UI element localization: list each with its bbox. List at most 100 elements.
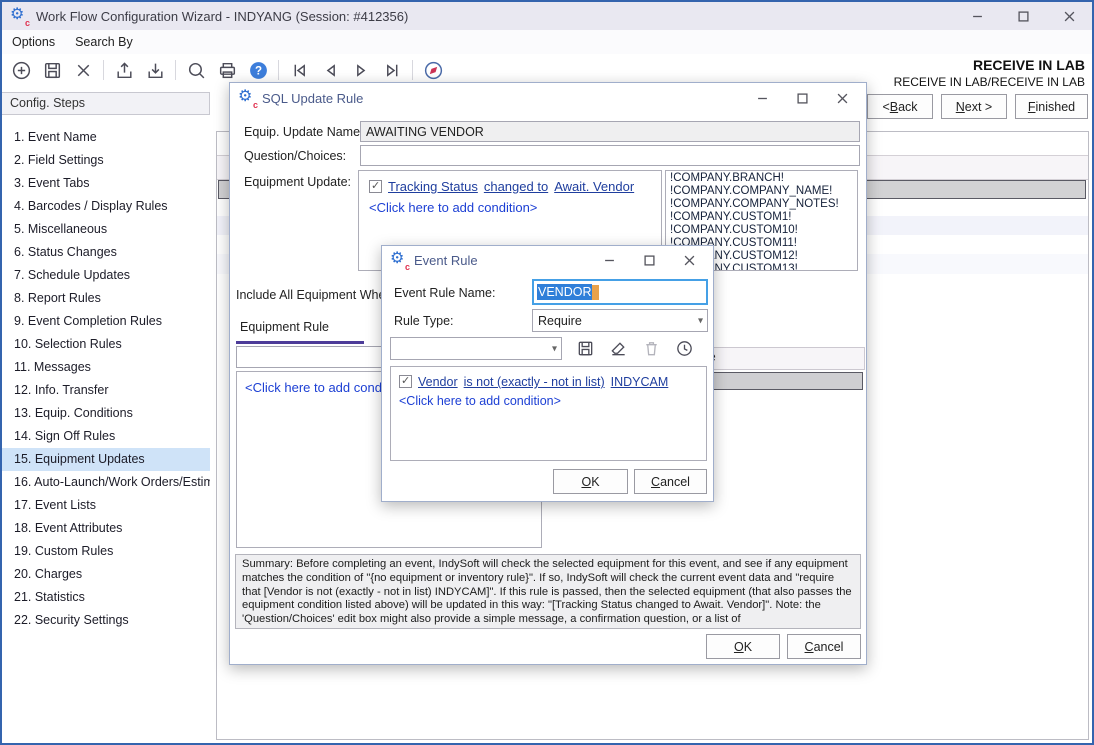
back-button[interactable]: < Back <box>867 94 933 119</box>
close-icon[interactable] <box>822 83 862 113</box>
checkbox-checked-icon[interactable] <box>369 180 382 193</box>
condition-operator-link[interactable]: is not (exactly - not in list) <box>464 375 605 389</box>
nav-next-icon[interactable] <box>350 59 372 81</box>
cancel-button[interactable]: Cancel <box>634 469 707 494</box>
summary-text: Summary: Before completing an event, Ind… <box>235 554 861 629</box>
print-icon[interactable] <box>216 59 238 81</box>
saved-rule-combobox[interactable] <box>390 337 562 360</box>
sidebar-item-custom-rules[interactable]: 19. Custom Rules <box>2 540 210 563</box>
condition-row: Tracking Status changed to Await. Vendor <box>369 179 651 194</box>
maximize-icon[interactable] <box>1000 2 1046 30</box>
sidebar-item-field-settings[interactable]: 2. Field Settings <box>2 149 210 172</box>
token-item[interactable]: !COMPANY.CUSTOM1! <box>670 211 853 224</box>
delete-icon[interactable] <box>72 59 94 81</box>
sidebar-item-messages[interactable]: 11. Messages <box>2 356 210 379</box>
help-icon[interactable]: ? <box>247 59 269 81</box>
nav-last-icon[interactable] <box>381 59 403 81</box>
toolbar-separator <box>103 60 104 80</box>
condition-field-link[interactable]: Vendor <box>418 375 458 389</box>
minimize-icon[interactable] <box>742 83 782 113</box>
history-clock-icon[interactable] <box>673 337 695 359</box>
sidebar-item-report-rules[interactable]: 8. Report Rules <box>2 287 210 310</box>
event-rule-name-label: Event Rule Name: <box>394 286 495 300</box>
token-item[interactable]: !COMPANY.CUSTOM10! <box>670 224 853 237</box>
dialog-gear-icon <box>390 251 408 269</box>
sidebar-item-equipment-updates[interactable]: 15. Equipment Updates <box>2 448 210 471</box>
event-rule-condition-box: Vendor is not (exactly - not in list) INDY… <box>390 366 707 461</box>
sql-dialog-titlebar: SQL Update Rule <box>230 83 866 113</box>
sidebar-item-event-completion-rules[interactable]: 9. Event Completion Rules <box>2 310 210 333</box>
condition-value-link[interactable]: INDYCAM <box>611 375 669 389</box>
maximize-icon[interactable] <box>782 83 822 113</box>
sidebar-item-schedule-updates[interactable]: 7. Schedule Updates <box>2 264 210 287</box>
next-button[interactable]: Next > <box>941 94 1007 119</box>
toolbar-separator <box>278 60 279 80</box>
token-item[interactable]: !COMPANY.BRANCH! <box>670 172 853 185</box>
minimize-icon[interactable] <box>954 2 1000 30</box>
menu-options[interactable]: Options <box>2 30 65 54</box>
sidebar-item-charges[interactable]: 20. Charges <box>2 563 210 586</box>
close-icon[interactable] <box>1046 2 1092 30</box>
condition-field-link[interactable]: Tracking Status <box>388 179 478 194</box>
rule-type-dropdown[interactable]: Require <box>532 309 708 332</box>
sidebar-item-event-tabs[interactable]: 3. Event Tabs <box>2 172 210 195</box>
tab-equipment-rule[interactable]: Equipment Rule <box>240 320 329 334</box>
rule-type-label: Rule Type: <box>394 314 454 328</box>
sidebar-item-event-attributes[interactable]: 18. Event Attributes <box>2 517 210 540</box>
minimize-icon[interactable] <box>589 246 629 274</box>
token-item[interactable]: !COMPANY.COMPANY_NAME! <box>670 185 853 198</box>
add-icon[interactable] <box>10 59 32 81</box>
checkbox-checked-icon[interactable] <box>399 375 412 388</box>
app-logo-gear-icon <box>10 7 28 25</box>
sidebar-item-info-transfer[interactable]: 12. Info. Transfer <box>2 379 210 402</box>
sidebar-item-barcodes[interactable]: 4. Barcodes / Display Rules <box>2 195 210 218</box>
window-titlebar: Work Flow Configuration Wizard - INDYANG… <box>2 2 1092 30</box>
sidebar-item-statistics[interactable]: 21. Statistics <box>2 586 210 609</box>
erase-icon[interactable] <box>607 337 629 359</box>
add-condition-link[interactable]: <Click here to add condition> <box>369 200 651 215</box>
condition-value-link[interactable]: Await. Vendor <box>554 179 634 194</box>
import-icon[interactable] <box>144 59 166 81</box>
token-item[interactable]: !COMPANY.COMPANY_NOTES! <box>670 198 853 211</box>
equipment-update-label: Equipment Update: <box>244 175 351 189</box>
ok-button[interactable]: OK <box>553 469 628 494</box>
search-icon[interactable] <box>185 59 207 81</box>
config-steps-header: Config. Steps <box>2 92 210 115</box>
sidebar-item-security-settings[interactable]: 22. Security Settings <box>2 609 210 632</box>
sidebar-item-status-changes[interactable]: 6. Status Changes <box>2 241 210 264</box>
export-icon[interactable] <box>113 59 135 81</box>
ok-button[interactable]: OK <box>706 634 780 659</box>
add-condition-link[interactable]: <Click here to add condition> <box>399 394 698 408</box>
question-choices-field[interactable] <box>360 145 860 166</box>
condition-operator-link[interactable]: changed to <box>484 179 548 194</box>
menu-search-by[interactable]: Search By <box>65 30 143 54</box>
nav-prev-icon[interactable] <box>319 59 341 81</box>
finished-button[interactable]: Finished <box>1015 94 1088 119</box>
text-caret <box>592 285 599 300</box>
sidebar-item-selection-rules[interactable]: 10. Selection Rules <box>2 333 210 356</box>
include-all-equipment-label: Include All Equipment Wher <box>236 288 390 302</box>
window-title: Work Flow Configuration Wizard - INDYANG… <box>36 9 408 24</box>
compass-icon[interactable] <box>422 59 444 81</box>
trash-icon[interactable] <box>640 337 662 359</box>
close-icon[interactable] <box>669 246 709 274</box>
page-title: RECEIVE IN LAB <box>973 57 1085 73</box>
sidebar-item-equip-conditions[interactable]: 13. Equip. Conditions <box>2 402 210 425</box>
event-rule-name-field[interactable]: VENDOR <box>532 279 708 305</box>
nav-first-icon[interactable] <box>288 59 310 81</box>
svg-text:?: ? <box>254 65 261 77</box>
equipment-rule-combobox[interactable] <box>236 346 394 368</box>
sidebar-item-event-name[interactable]: 1. Event Name <box>2 126 210 149</box>
save-icon[interactable] <box>41 59 63 81</box>
sidebar-item-auto-launch[interactable]: 16. Auto-Launch/Work Orders/Estim... <box>2 471 210 494</box>
selected-text: VENDOR <box>537 284 592 300</box>
event-rule-dialog: Event Rule Event Rule Name: VENDOR Rule … <box>381 245 714 502</box>
cancel-button[interactable]: Cancel <box>787 634 861 659</box>
page-subtitle: RECEIVE IN LAB/RECEIVE IN LAB <box>894 75 1085 89</box>
sidebar-item-event-lists[interactable]: 17. Event Lists <box>2 494 210 517</box>
save-icon[interactable] <box>574 337 596 359</box>
maximize-icon[interactable] <box>629 246 669 274</box>
equip-update-name-field[interactable]: AWAITING VENDOR <box>360 121 860 142</box>
sidebar-item-sign-off-rules[interactable]: 14. Sign Off Rules <box>2 425 210 448</box>
sidebar-item-miscellaneous[interactable]: 5. Miscellaneous <box>2 218 210 241</box>
